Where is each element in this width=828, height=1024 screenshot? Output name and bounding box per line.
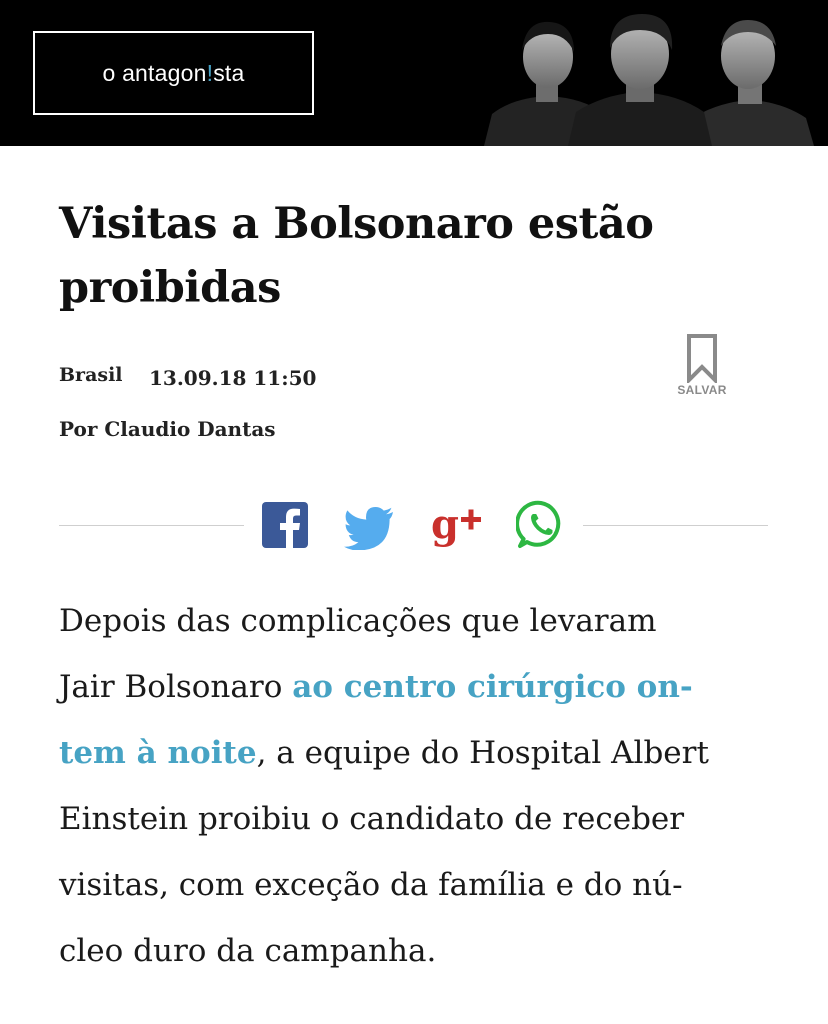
article-title-line: proibidas (59, 263, 281, 313)
body-line: Einstein proibiu o candidato de receber (59, 801, 685, 837)
article-link[interactable]: tem à noite (59, 735, 257, 771)
logo-prefix: o antagon (102, 59, 207, 86)
body-line: Jair Bolsonaro (59, 669, 293, 705)
article-title-line: Visitas a Bolsonaro estão (59, 199, 654, 249)
body-line: Depois das complicações que levaram (59, 603, 657, 639)
twitter-icon (344, 507, 393, 551)
body-line: , a equipe do Hospital Albert (256, 735, 709, 771)
site-header: o antagon!sta (0, 0, 828, 146)
site-logo[interactable]: o antagon!sta (33, 31, 314, 115)
google-plus-icon: g (431, 501, 481, 548)
share-whatsapp-button[interactable] (515, 500, 566, 550)
body-line: cleo duro da campanha. (59, 933, 437, 969)
article-category[interactable]: Brasil (59, 364, 123, 386)
logo-text: o antagon!sta (102, 60, 244, 87)
share-facebook-button[interactable] (260, 500, 310, 550)
article-title: Visitas a Bolsonaro estão proibidas (59, 192, 759, 320)
columnists-portrait (484, 14, 814, 146)
bookmark-icon (687, 334, 717, 383)
share-twitter-button[interactable] (344, 500, 394, 551)
article-meta: Brasil 13.09.18 11:50 (59, 364, 316, 390)
svg-text:g: g (431, 501, 459, 548)
body-line: visitas, com exceção da família e do nú- (59, 867, 683, 903)
divider-right (583, 525, 768, 526)
whatsapp-icon (515, 500, 561, 548)
divider-left (59, 525, 244, 526)
facebook-icon (262, 502, 308, 548)
article-author: Por Claudio Dantas (59, 417, 276, 441)
article-link[interactable]: ao centro cirúrgico on- (292, 669, 693, 705)
save-button[interactable]: SALVAR (672, 333, 732, 397)
save-label: SALVAR (677, 383, 727, 397)
article-body: Depois das complicações que levaram Jair… (59, 588, 769, 984)
article-date: 13.09.18 11:50 (149, 366, 317, 390)
logo-suffix: sta (213, 59, 245, 86)
share-googleplus-button[interactable]: g (431, 500, 481, 550)
